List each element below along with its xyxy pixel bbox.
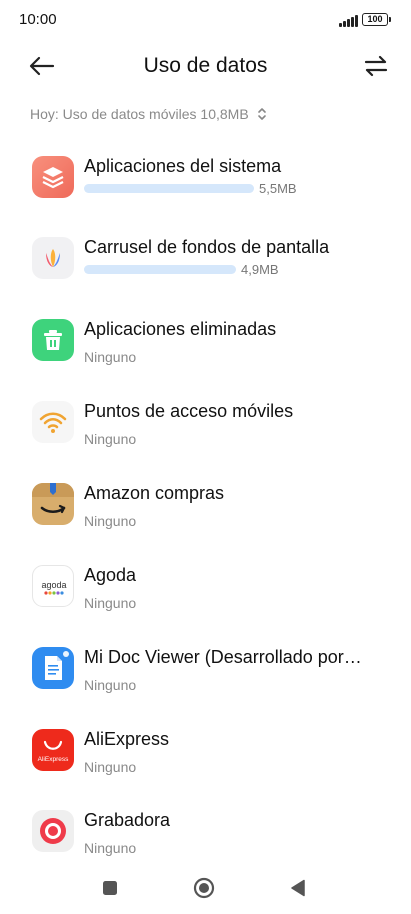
app-name: Aplicaciones del sistema — [84, 156, 282, 176]
usage-bar — [84, 184, 254, 193]
circle-home-icon — [193, 877, 215, 899]
header: Uso de datos — [0, 40, 411, 96]
list-item-agoda[interactable]: agoda Agoda Ninguno — [0, 551, 411, 623]
app-name: Agoda — [84, 565, 137, 585]
app-name: AliExpress — [84, 729, 170, 749]
recorder-icon — [32, 810, 74, 852]
swap-button[interactable] — [361, 52, 391, 80]
battery-icon: 100 — [362, 13, 391, 26]
home-button[interactable] — [190, 874, 218, 902]
amazon-icon — [32, 483, 74, 525]
app-name: Mi Doc Viewer (Desarrollado por… — [84, 647, 362, 667]
list-item-recorder[interactable]: Grabadora Ninguno — [0, 796, 411, 868]
list-item-mobile-hotspot[interactable]: Puntos de acceso móviles Ninguno — [0, 387, 411, 459]
app-usage-status: Ninguno — [84, 595, 137, 611]
filter-label: Hoy: Uso de datos móviles 10,8MB — [30, 106, 249, 122]
usage-bar — [84, 265, 236, 274]
nav-back-button[interactable] — [284, 874, 312, 902]
list-item-system-apps[interactable]: Aplicaciones del sistema 5,5MB — [0, 142, 411, 214]
square-recents-icon — [103, 881, 117, 895]
status-time: 10:00 — [19, 11, 57, 28]
list-item-mi-doc-viewer[interactable]: Mi Doc Viewer (Desarrollado por… Ninguno — [0, 633, 411, 705]
app-name: Carrusel de fondos de pantalla — [84, 237, 330, 257]
wallpaper-carousel-icon — [32, 237, 74, 279]
document-viewer-icon — [32, 647, 74, 689]
status-bar: 10:00 100 — [0, 0, 411, 40]
app-usage-status: Ninguno — [84, 431, 137, 447]
usage-value: 4,9MB — [241, 262, 279, 277]
usage-value: 5,5MB — [259, 181, 297, 196]
triangle-back-icon — [291, 879, 305, 897]
app-usage-status: Ninguno — [84, 349, 137, 365]
aliexpress-icon: AliExpress — [32, 729, 74, 771]
battery-level: 100 — [367, 14, 383, 24]
agoda-logo-text: agoda — [41, 580, 66, 590]
app-usage-status: Ninguno — [84, 840, 137, 856]
page-title: Uso de datos — [143, 54, 268, 77]
list-item-wallpaper-carousel[interactable]: Carrusel de fondos de pantalla 4,9MB — [0, 223, 411, 295]
chevron-up-down-icon — [257, 107, 267, 121]
list-item-amazon[interactable]: Amazon compras Ninguno — [0, 469, 411, 541]
app-usage-status: Ninguno — [84, 513, 137, 529]
app-name: Amazon compras — [84, 483, 225, 503]
app-name: Puntos de acceso móviles — [84, 401, 294, 421]
aliexpress-logo-text: AliExpress — [38, 756, 69, 763]
app-usage-status: Ninguno — [84, 677, 137, 693]
list-item-deleted-apps[interactable]: Aplicaciones eliminadas Ninguno — [0, 305, 411, 377]
data-usage-filter[interactable]: Hoy: Uso de datos móviles 10,8MB — [30, 106, 267, 122]
recents-button[interactable] — [96, 874, 124, 902]
list-item-aliexpress[interactable]: AliExpress AliExpress Ninguno — [0, 715, 411, 787]
swap-arrows-icon — [364, 55, 388, 77]
app-usage-status: Ninguno — [84, 759, 137, 775]
signal-bars-icon — [339, 13, 359, 27]
app-name: Grabadora — [84, 810, 171, 830]
agoda-icon: agoda — [32, 565, 74, 607]
app-name: Aplicaciones eliminadas — [84, 319, 277, 339]
system-navigation-bar — [0, 860, 411, 914]
system-apps-icon — [32, 156, 74, 198]
trash-icon — [32, 319, 74, 361]
wifi-hotspot-icon — [32, 401, 74, 443]
